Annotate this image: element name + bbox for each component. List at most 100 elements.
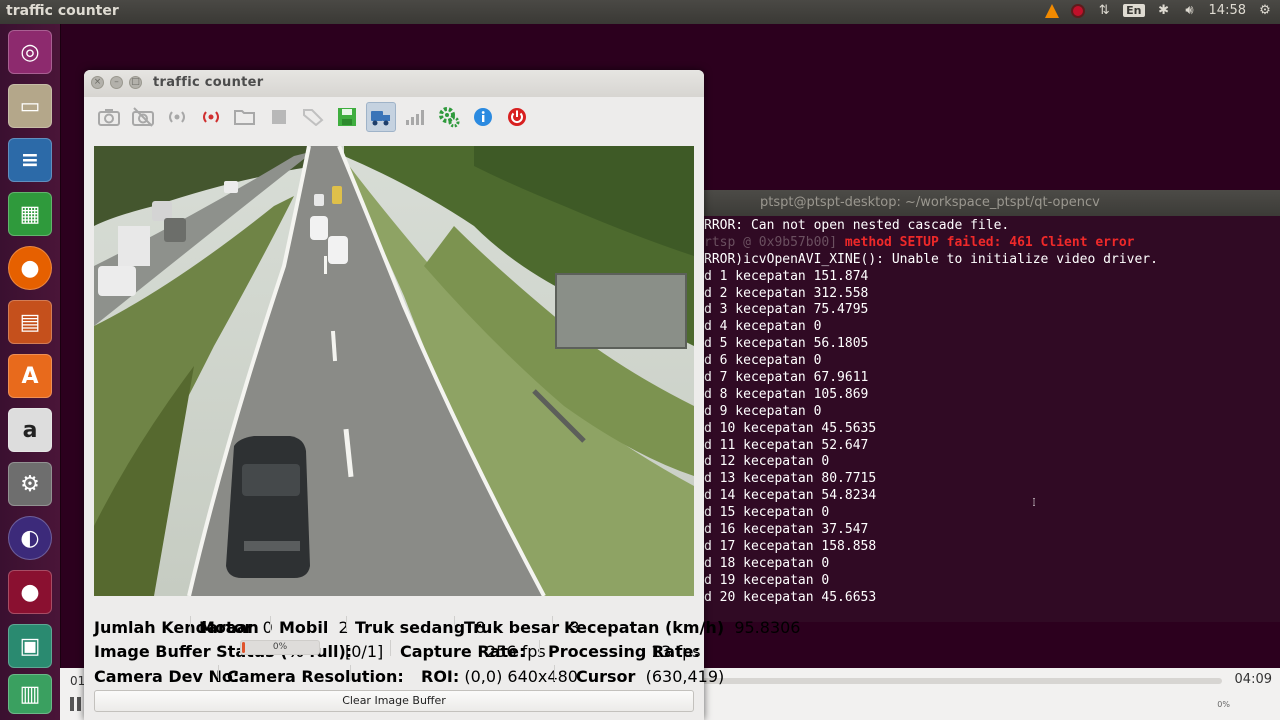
terminal-line: d 16 kecepatan 37.547 xyxy=(704,522,1280,539)
terminal-line-text: d 20 kecepatan 45.6653 xyxy=(704,589,877,605)
clear-image-buffer-button[interactable]: Clear Image Buffer xyxy=(94,690,694,712)
terminal-line: d 7 kecepatan 67.9611 xyxy=(704,370,1280,387)
close-icon[interactable]: × xyxy=(91,76,104,89)
cursor-label: Cursor xyxy=(576,667,636,686)
network-icon[interactable]: ⇅ xyxy=(1097,3,1111,18)
keyboard-indicator[interactable]: En xyxy=(1123,4,1145,17)
ubuntu-dash-icon[interactable]: ◎ xyxy=(8,30,52,74)
buffer-progress-fill xyxy=(242,642,245,653)
vehicle-count-icon[interactable] xyxy=(366,102,396,132)
app-icon[interactable]: ● xyxy=(8,570,52,614)
camera-icon[interactable] xyxy=(94,102,124,132)
vehicle-stats-row: Jumlah Kendaraan Motor 0 Mobil 2 Truk se… xyxy=(84,614,800,637)
top-panel: traffic counter ⇅ En ✱ 🔊︎ 14:58 ⚙ xyxy=(0,0,1280,24)
terminal-line-text: d 16 kecepatan 37.547 xyxy=(704,522,869,538)
terminal-line: d 10 kecepatan 45.5635 xyxy=(704,421,1280,438)
terminal-line-text: RROR: Can not open nested cascade file. xyxy=(704,218,1010,233)
vlc-icon[interactable] xyxy=(1045,3,1060,18)
capture-rate-value: 256 fps xyxy=(486,642,546,661)
bluetooth-icon[interactable]: ✱ xyxy=(1157,3,1171,18)
terminal-line: d 19 kecepatan 0 xyxy=(704,573,1280,590)
files-icon[interactable]: ▭ xyxy=(8,84,52,128)
terminal-line: d 12 kecepatan 0 xyxy=(704,454,1280,471)
tag-icon[interactable] xyxy=(298,102,328,132)
seek-bar[interactable] xyxy=(700,678,1222,684)
terminal-line: d 5 kecepatan 56.1805 xyxy=(704,336,1280,353)
impress-icon[interactable]: ▤ xyxy=(8,300,52,344)
power-icon[interactable] xyxy=(502,102,532,132)
terminal-line: d 14 kecepatan 54.8234 xyxy=(704,488,1280,505)
maximize-icon[interactable]: □ xyxy=(129,76,142,89)
terminal-line: d 18 kecepatan 0 xyxy=(704,556,1280,573)
terminal-line: d 3 kecepatan 75.4795 xyxy=(704,302,1280,319)
terminal-line-text: d 4 kecepatan 0 xyxy=(704,319,822,335)
terminal-line: d 9 kecepatan 0 xyxy=(704,404,1280,421)
settings-icon[interactable] xyxy=(434,102,464,132)
truk-besar-label: Truk besar xyxy=(464,618,560,637)
clock[interactable]: 14:58 xyxy=(1209,3,1246,18)
minimize-icon[interactable]: – xyxy=(110,76,123,89)
elapsed-time: 01 xyxy=(70,674,86,688)
terminal-line: d 1 kecepatan 151.874 xyxy=(704,269,1280,286)
system-settings-icon[interactable]: ⚙ xyxy=(8,462,52,506)
gear-icon[interactable]: ⚙ xyxy=(1258,3,1272,18)
terminal-line-text: d 15 kecepatan 0 xyxy=(704,505,830,521)
stream-icon[interactable] xyxy=(162,102,192,132)
trash-icon[interactable]: ▥ xyxy=(8,674,52,714)
traffic-counter-window: × – □ traffic counter Jumlah Kendaraan M… xyxy=(84,70,800,720)
calc-icon[interactable]: ▦ xyxy=(8,192,52,236)
roi-value: (0,0) 640x480 xyxy=(464,667,578,686)
camera-off-icon[interactable] xyxy=(128,102,158,132)
terminal-titlebar[interactable]: ptspt@ptspt-desktop: ~/workspace_ptspt/q… xyxy=(704,190,1280,216)
truk-sedang-label: Truk sedang xyxy=(355,618,466,637)
terminal-line: d 17 kecepatan 158.858 xyxy=(704,539,1280,556)
video-frame[interactable] xyxy=(94,146,694,596)
terminal-line-text: d 13 kecepatan 80.7715 xyxy=(704,471,877,487)
terminal-line-text: d 18 kecepatan 0 xyxy=(704,555,830,571)
terminal-line: RROR: Can not open nested cascade file. xyxy=(704,218,1280,235)
terminal-line-text: d 12 kecepatan 0 xyxy=(704,454,830,470)
workspace-switcher-icon[interactable]: ▣ xyxy=(8,624,52,668)
terminal-line-text: d 11 kecepatan 52.647 xyxy=(704,437,869,453)
eclipse-icon[interactable]: ◐ xyxy=(8,516,52,560)
stop-icon[interactable] xyxy=(264,102,294,132)
terminal-line: d 11 kecepatan 52.647 xyxy=(704,438,1280,455)
terminal-line-text: d 14 kecepatan 54.8234 xyxy=(704,488,877,504)
terminal-line-text: d 7 kecepatan 67.9611 xyxy=(704,370,869,386)
terminal-window[interactable]: ptspt@ptspt-desktop: ~/workspace_ptspt/q… xyxy=(704,190,1280,622)
terminal-line: d 20 kecepatan 45.6653 xyxy=(704,590,1280,607)
open-folder-icon[interactable] xyxy=(230,102,260,132)
buffer-count: [0/1] xyxy=(345,642,384,661)
volume-icon[interactable]: 🔊︎ xyxy=(1183,3,1197,18)
info-icon[interactable] xyxy=(468,102,498,132)
stream-active-icon[interactable] xyxy=(196,102,226,132)
chart-icon[interactable] xyxy=(400,102,430,132)
motor-label: Motor xyxy=(199,618,253,637)
save-icon[interactable] xyxy=(332,102,362,132)
buffer-progress-bar: 0% xyxy=(240,640,320,655)
terminal-line-text: d 9 kecepatan 0 xyxy=(704,403,822,419)
processing-rate-value: 13 fps xyxy=(651,642,701,661)
record-icon[interactable] xyxy=(1071,3,1086,18)
terminal-line-text: d 8 kecepatan 105.869 xyxy=(704,386,869,402)
terminal-line-text: d 2 kecepatan 312.558 xyxy=(704,285,869,301)
terminal-output[interactable]: RROR: Can not open nested cascade file. r… xyxy=(704,216,1280,606)
amazon-icon[interactable]: a xyxy=(8,408,52,452)
cursor-value: (630,419) xyxy=(645,667,725,686)
firefox-icon[interactable]: ● xyxy=(8,246,52,290)
terminal-line-text: d 3 kecepatan 75.4795 xyxy=(704,302,869,318)
terminal-line-text: d 5 kecepatan 56.1805 xyxy=(704,336,869,352)
software-center-icon[interactable]: A xyxy=(8,354,52,398)
terminal-line: d 2 kecepatan 312.558 xyxy=(704,286,1280,303)
terminal-line: rtsp @ 0x9b57b00] method SETUP failed: 4… xyxy=(704,235,1280,252)
buffer-status-row: Image Buffer Status (% full): [0/1] Capt… xyxy=(84,638,704,661)
writer-icon[interactable]: ≡ xyxy=(8,138,52,182)
terminal-line: d 6 kecepatan 0 xyxy=(704,353,1280,370)
terminal-line: d 15 kecepatan 0 xyxy=(704,505,1280,522)
window-titlebar[interactable]: × – □ traffic counter xyxy=(84,70,704,97)
terminal-line: RROR)icvOpenAVI_XINE(): Unable to initia… xyxy=(704,252,1280,269)
mobil-value: 2 xyxy=(338,618,349,637)
terminal-error-text: method SETUP failed: 461 Client error xyxy=(844,234,1135,250)
volume-level[interactable]: 0% xyxy=(1217,700,1230,709)
buffer-percent: 0% xyxy=(272,642,288,652)
